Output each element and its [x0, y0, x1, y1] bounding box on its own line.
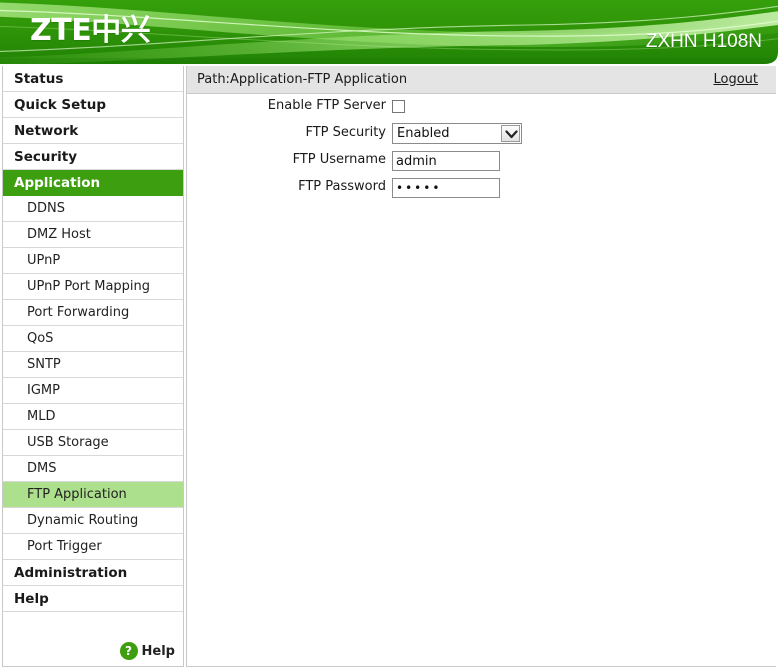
sidebar-item-help[interactable]: Help: [3, 586, 183, 612]
sidebar-item-upnp[interactable]: UPnP: [3, 248, 183, 274]
sidebar-item-igmp[interactable]: IGMP: [3, 378, 183, 404]
question-mark-circle-icon: ?: [119, 642, 138, 660]
ftp-security-selected-value: Enabled: [397, 126, 450, 141]
ftp-password-control: [392, 176, 500, 198]
ftp-username-label: FTP Username: [292, 152, 386, 167]
enable-ftp-server-checkbox[interactable]: [392, 100, 405, 113]
sidebar-item-dmz-host[interactable]: DMZ Host: [3, 222, 183, 248]
sidebar-item-usb-storage[interactable]: USB Storage: [3, 430, 183, 456]
logout-link[interactable]: Logout: [713, 72, 758, 87]
chevron-down-icon[interactable]: [501, 125, 520, 142]
sidebar-item-application[interactable]: Application: [3, 170, 183, 196]
sidebar-item-port-trigger[interactable]: Port Trigger: [3, 534, 183, 560]
ftp-security-select[interactable]: Enabled: [392, 123, 522, 144]
sidebar-item-ddns[interactable]: DDNS: [3, 196, 183, 222]
ftp-security-control: Enabled: [392, 122, 522, 144]
breadcrumb: Path:Application-FTP Application: [197, 72, 408, 87]
sidebar-item-ftp-application[interactable]: FTP Application: [3, 482, 183, 508]
sidebar-item-port-forwarding[interactable]: Port Forwarding: [3, 300, 183, 326]
ftp-username-input[interactable]: [392, 151, 500, 171]
router-model-name: ZXHN H108N: [645, 31, 762, 52]
help-shortcut[interactable]: ? Help: [119, 642, 175, 660]
breadcrumb-bar: Path:Application-FTP Application Logout: [187, 66, 776, 94]
form-row-ftp-username: FTP Username: [187, 149, 777, 176]
ftp-password-input[interactable]: [392, 178, 500, 198]
sidebar-item-upnp-port-mapping[interactable]: UPnP Port Mapping: [3, 274, 183, 300]
sidebar-item-dms[interactable]: DMS: [3, 456, 183, 482]
main-content-panel: Path:Application-FTP Application Logout …: [186, 66, 776, 667]
form-row-enable-ftp-server: Enable FTP Server: [187, 95, 777, 122]
enable-ftp-server-label: Enable FTP Server: [267, 98, 386, 113]
help-shortcut-label: Help: [141, 643, 175, 659]
sidebar-item-mld[interactable]: MLD: [3, 404, 183, 430]
sidebar-item-list: Status Quick Setup Network Security Applicat…: [3, 66, 183, 612]
sidebar-item-quick-setup[interactable]: Quick Setup: [3, 92, 183, 118]
sidebar-item-qos[interactable]: QoS: [3, 326, 183, 352]
form-row-ftp-password: FTP Password: [187, 176, 777, 203]
ftp-security-label: FTP Security: [305, 125, 386, 140]
zte-logo: ZTE中兴: [30, 13, 151, 48]
page-header-banner: ZTE中兴 ZXHN H108N: [0, 0, 778, 66]
form-row-ftp-security: FTP Security Enabled: [187, 122, 777, 149]
enable-ftp-server-control: [392, 95, 405, 113]
sidebar-item-administration[interactable]: Administration: [3, 560, 183, 586]
sidebar-item-network[interactable]: Network: [3, 118, 183, 144]
ftp-application-form: Enable FTP Server FTP Security Enabled FTP …: [187, 95, 777, 203]
sidebar-item-security[interactable]: Security: [3, 144, 183, 170]
sidebar-item-sntp[interactable]: SNTP: [3, 352, 183, 378]
sidebar-item-status[interactable]: Status: [3, 66, 183, 92]
ftp-password-label: FTP Password: [298, 179, 386, 194]
sidebar-navigation: Status Quick Setup Network Security Applicat…: [2, 66, 184, 667]
ftp-username-control: [392, 149, 500, 171]
sidebar-item-dynamic-routing[interactable]: Dynamic Routing: [3, 508, 183, 534]
